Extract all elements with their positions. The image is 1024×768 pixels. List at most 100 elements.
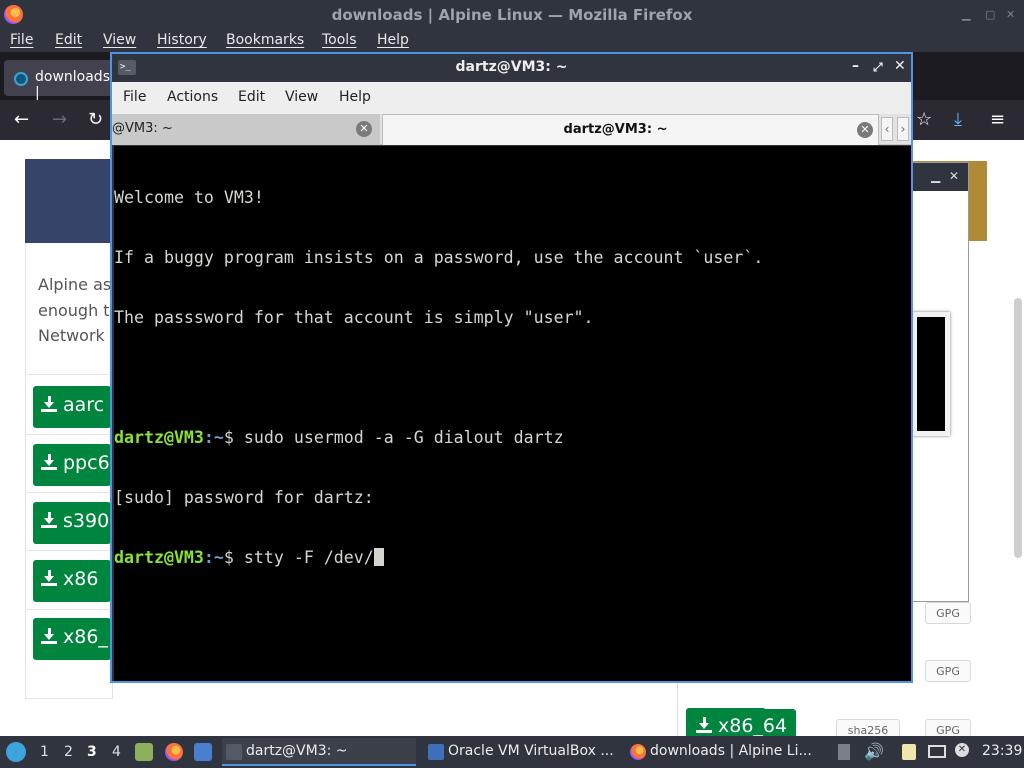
back-icon[interactable]: ← xyxy=(14,109,29,130)
card-text-line: enough t xyxy=(38,301,110,320)
tab-scroll-right-icon[interactable]: › xyxy=(897,117,909,141)
workspace-1[interactable]: 1 xyxy=(40,744,49,760)
start-menu-icon[interactable] xyxy=(6,742,26,762)
console-line: The passsword for that account is simply… xyxy=(114,308,594,327)
terminal-task-icon xyxy=(226,744,242,760)
terminal-tab-label: dartz@VM3: ~ xyxy=(563,122,668,137)
menu-edit[interactable]: Edit xyxy=(55,32,82,48)
menu-bookmarks[interactable]: Bookmarks xyxy=(226,32,304,48)
terminal-tabbar: @VM3: ~ ✕ dartz@VM3: ~ ✕ ‹ › xyxy=(112,114,911,145)
workspace-2[interactable]: 2 xyxy=(64,744,73,760)
terminal-minimize-icon[interactable]: – xyxy=(852,58,859,74)
menu-view[interactable]: View xyxy=(103,32,136,48)
divider xyxy=(25,550,113,551)
vm-screen-preview xyxy=(912,312,950,436)
terminal-tab[interactable]: @VM3: ~ ✕ xyxy=(112,114,380,145)
firefox-menubar: File Edit View History Bookmarks Tools H… xyxy=(0,30,1024,52)
task-label: dartz@VM3: ~ xyxy=(246,743,348,759)
terminal-menu-view[interactable]: View xyxy=(285,89,318,105)
terminal-close-icon[interactable]: ✕ xyxy=(894,58,906,74)
firefox-window-title: downloads | Alpine Linux — Mozilla Firef… xyxy=(331,6,693,24)
download-button[interactable]: aarc xyxy=(33,386,111,428)
console-prompt-line: dartz@VM3:~$ sudo usermod -a -G dialout … xyxy=(114,428,911,448)
download-icon xyxy=(41,512,57,528)
gpg-button[interactable]: GPG xyxy=(925,602,971,624)
terminal-window: >_ dartz@VM3: ~ – ⤢ ✕ File Actions Edit … xyxy=(110,52,913,683)
download-button[interactable]: x86_ xyxy=(33,618,111,660)
prompt-command: sudo usermod -a -G dialout dartz xyxy=(243,428,564,447)
page-scrollbar[interactable] xyxy=(1014,298,1022,558)
download-button[interactable]: s390 xyxy=(33,502,111,544)
prompt-path: :~ xyxy=(203,548,224,567)
menu-file[interactable]: File xyxy=(10,32,33,48)
menu-tools[interactable]: Tools xyxy=(322,32,357,48)
card-text-line: Network xyxy=(38,326,105,345)
forward-icon[interactable]: → xyxy=(52,109,67,130)
divider xyxy=(25,609,113,610)
terminal-titlebar[interactable]: >_ dartz@VM3: ~ – ⤢ ✕ xyxy=(112,54,911,82)
file-manager-icon[interactable] xyxy=(135,743,153,761)
firefox-task-icon xyxy=(630,744,646,760)
desktop-icon[interactable] xyxy=(194,743,212,761)
text-cursor xyxy=(373,548,384,566)
workspace-4[interactable]: 4 xyxy=(112,744,121,760)
task-label: Oracle VM VirtualBox ... xyxy=(448,743,614,759)
console-line: Welcome to VM3! xyxy=(114,188,264,207)
card-text-line: Alpine as xyxy=(38,275,112,294)
task-virtualbox[interactable]: Oracle VM VirtualBox ... xyxy=(424,738,620,766)
tab-downloads[interactable]: downloads | xyxy=(4,60,114,101)
clock: 23:39 xyxy=(982,743,1023,759)
prompt-path: :~ xyxy=(203,428,224,447)
terminal-maximize-icon[interactable]: ⤢ xyxy=(873,60,883,75)
preview-close-icon: ✕ xyxy=(949,169,960,183)
gpg-button[interactable]: GPG xyxy=(925,660,971,682)
divider xyxy=(25,492,113,493)
task-firefox[interactable]: downloads | Alpine Li... xyxy=(626,738,820,766)
prompt-user: dartz@VM3 xyxy=(114,548,204,567)
notes-icon[interactable] xyxy=(902,744,916,760)
tab-close-icon[interactable]: ✕ xyxy=(356,121,372,137)
download-icon xyxy=(41,570,57,586)
terminal-console[interactable]: Welcome to VM3! If a buggy program insis… xyxy=(114,146,911,681)
terminal-menu-file[interactable]: File xyxy=(123,89,146,105)
download-icon xyxy=(696,717,712,733)
divider xyxy=(25,434,113,435)
tab-close-icon[interactable]: ✕ xyxy=(857,122,873,138)
preview-minimize-icon: ▁ xyxy=(931,169,941,183)
trash-icon[interactable] xyxy=(838,744,850,760)
download-button[interactable]: x86 xyxy=(33,560,111,602)
download-button[interactable]: ppc6 xyxy=(33,444,111,486)
download-icon xyxy=(41,396,57,412)
terminal-menubar: File Actions Edit View Help xyxy=(112,82,911,114)
tab-label: downloads | xyxy=(35,69,110,101)
virtualbox-task-icon xyxy=(428,744,444,760)
close-icon[interactable]: ✕ xyxy=(1006,8,1015,21)
downloads-icon[interactable]: ⤓ xyxy=(954,109,962,130)
firefox-launcher-icon[interactable] xyxy=(165,743,183,761)
notification-icon[interactable]: ✕ xyxy=(955,743,969,757)
network-icon[interactable] xyxy=(928,745,946,758)
firefox-titlebar: downloads | Alpine Linux — Mozilla Firef… xyxy=(0,0,1024,30)
terminal-menu-actions[interactable]: Actions xyxy=(167,89,218,105)
prompt-user: dartz@VM3 xyxy=(114,428,204,447)
menu-help[interactable]: Help xyxy=(377,32,409,48)
reload-icon[interactable]: ↻ xyxy=(88,109,103,130)
terminal-menu-edit[interactable]: Edit xyxy=(238,89,265,105)
menu-history[interactable]: History xyxy=(157,32,207,48)
task-terminal[interactable]: dartz@VM3: ~ xyxy=(222,738,416,766)
console-line: [sudo] password for dartz: xyxy=(114,488,374,507)
terminal-menu-help[interactable]: Help xyxy=(339,89,371,105)
minimize-icon[interactable]: ▁ xyxy=(962,8,970,21)
tab-scroll-left-icon[interactable]: ‹ xyxy=(881,117,893,141)
terminal-tab-active[interactable]: dartz@VM3: ~ ✕ xyxy=(382,114,879,145)
console-line: If a buggy program insists on a password… xyxy=(114,248,764,267)
maximize-icon[interactable]: ▢ xyxy=(985,8,995,21)
bookmark-star-icon[interactable]: ☆ xyxy=(916,109,932,130)
taskbar: 1 2 3 4 dartz@VM3: ~ Oracle VM VirtualBo… xyxy=(0,736,1024,768)
alpine-favicon-icon xyxy=(14,72,28,86)
hamburger-menu-icon[interactable]: ≡ xyxy=(990,109,1005,130)
workspace-3[interactable]: 3 xyxy=(87,744,97,760)
console-prompt-line: dartz@VM3:~$ stty -F /dev/ xyxy=(114,548,911,568)
volume-icon[interactable]: 🔊 xyxy=(864,742,884,761)
